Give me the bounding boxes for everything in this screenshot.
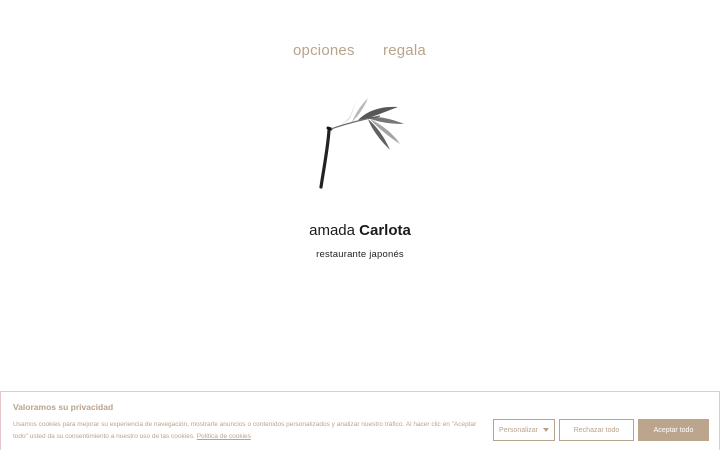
cookie-banner-text: Usamos cookies para mejorar su experienc…: [13, 419, 488, 443]
cookie-banner-title: Valoramos su privacidad: [13, 402, 114, 412]
bamboo-icon: [310, 92, 410, 192]
accept-all-button[interactable]: Aceptar todo: [638, 419, 709, 441]
cookie-banner: Valoramos su privacidad Usamos cookies p…: [0, 391, 720, 450]
brand-name-light: amada: [309, 222, 355, 239]
caret-down-icon: [542, 428, 549, 432]
brand-name: amada Carlota: [0, 222, 720, 239]
nav-link-opciones[interactable]: opciones: [293, 42, 355, 59]
brand-tagline: restaurante japonés: [316, 249, 404, 260]
reject-all-button[interactable]: Rechazar todo: [559, 419, 634, 441]
top-navigation: opciones regala: [0, 42, 720, 62]
nav-link-regala[interactable]: regala: [383, 42, 426, 59]
customize-button-label: Personalizar: [499, 426, 538, 434]
customize-button[interactable]: Personalizar: [493, 419, 555, 441]
cookie-policy-link[interactable]: Política de cookies: [197, 433, 251, 440]
brand-name-bold: Carlota: [359, 222, 411, 239]
